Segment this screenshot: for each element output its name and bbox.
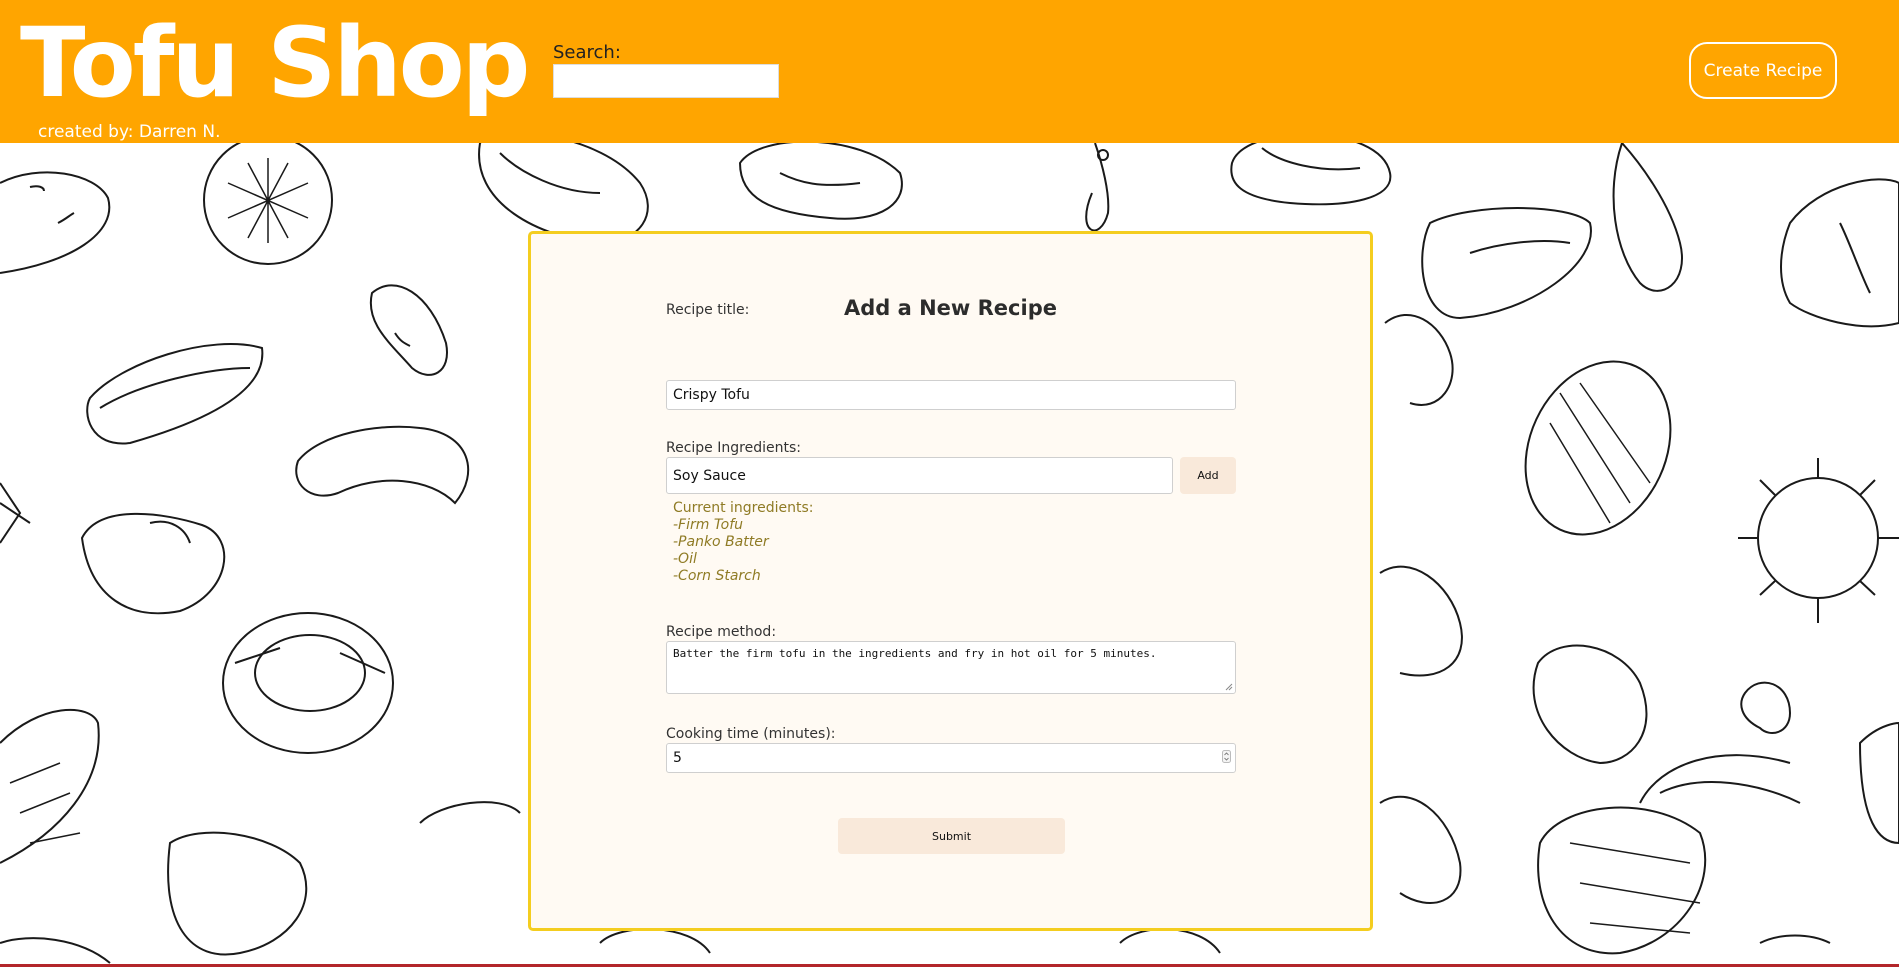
ingredient-item: -Corn Starch	[673, 568, 761, 584]
number-spinner-icon[interactable]	[1222, 750, 1231, 763]
ingredient-input[interactable]	[666, 457, 1173, 494]
submit-button[interactable]: Submit	[838, 818, 1065, 854]
ingredient-item: -Firm Tofu	[673, 517, 744, 533]
site-header: Tofu Shop created by: Darren N. Search: …	[0, 0, 1899, 143]
method-text: Batter the firm tofu in the ingredients …	[673, 647, 1157, 660]
add-ingredient-button[interactable]: Add	[1180, 457, 1236, 494]
author-credit: created by: Darren N.	[38, 122, 221, 142]
ingredient-item: -Panko Batter	[673, 534, 769, 550]
resize-grip-icon[interactable]	[1224, 682, 1233, 691]
search-label: Search:	[553, 42, 621, 63]
form-title: Add a New Recipe	[844, 296, 1057, 320]
search-input[interactable]	[553, 64, 779, 98]
method-textarea[interactable]: Batter the firm tofu in the ingredients …	[666, 641, 1236, 694]
cooking-time-value: 5	[673, 750, 682, 766]
recipe-title-input[interactable]	[666, 380, 1236, 410]
current-ingredients-label: Current ingredients:	[673, 500, 814, 516]
current-ingredients-list: -Firm Tofu -Panko Batter -Oil -Corn Star…	[673, 517, 769, 585]
method-label: Recipe method:	[666, 624, 777, 640]
new-recipe-card: Add a New Recipe Recipe title: Recipe In…	[528, 231, 1373, 931]
cooking-time-input[interactable]: 5	[666, 743, 1236, 773]
create-recipe-button[interactable]: Create Recipe	[1689, 42, 1837, 99]
recipe-title-label: Recipe title:	[666, 302, 750, 318]
ingredient-item: -Oil	[673, 551, 697, 567]
site-logo[interactable]: Tofu Shop	[20, 8, 530, 118]
ingredients-label: Recipe Ingredients:	[666, 440, 801, 456]
cooking-time-label: Cooking time (minutes):	[666, 726, 836, 742]
